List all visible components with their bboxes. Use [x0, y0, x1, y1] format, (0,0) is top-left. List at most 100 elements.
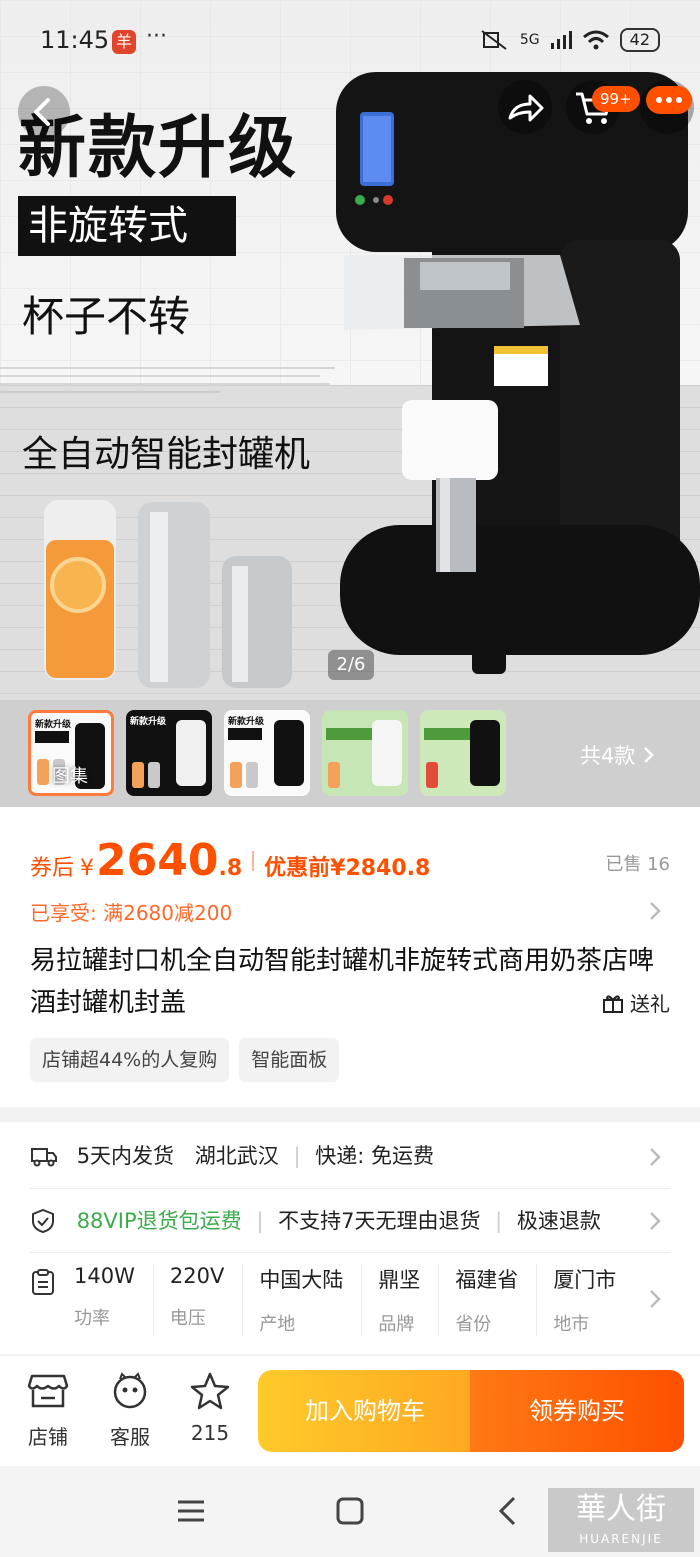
status-indicators: 5G 42 [480, 28, 660, 52]
thumbnail-text: 新款升级 [130, 717, 167, 727]
spec-key: 功率 [74, 1308, 110, 1329]
spec-value: 中国大陆 [259, 1268, 344, 1292]
spec-key: 地市 [553, 1314, 590, 1335]
thumbnail-4[interactable] [322, 710, 408, 796]
spec-key: 产地 [259, 1314, 296, 1335]
spec-key: 品牌 [378, 1314, 415, 1335]
cart-count-badge: 99+ [592, 86, 640, 112]
image-counter: 2/6 [328, 650, 374, 680]
thumbnail-text: 新款升级 [228, 717, 265, 727]
store-label: 店铺 [28, 1425, 68, 1449]
more-menu-button[interactable] [640, 80, 694, 134]
shield-check-icon [32, 1208, 54, 1234]
fast-refund: 极速退款 [516, 1209, 601, 1233]
delivery-row[interactable]: 5天内发货 湖北武汉 | 快递: 免运费 [30, 1140, 670, 1170]
mute-icon [481, 30, 507, 50]
thumbnail-can [148, 762, 160, 788]
spec-brand: 鼎坚 品牌 [378, 1264, 440, 1336]
app-notification-icon: 羊 [112, 30, 136, 54]
customer-service-label: 客服 [110, 1425, 150, 1449]
store-button[interactable]: 店铺 [20, 1372, 76, 1450]
promo-product-type: 全自动智能封罐机 [22, 434, 311, 475]
store-icon [27, 1374, 69, 1408]
promo-label: 非旋转式 [18, 196, 236, 256]
watermark-subtext: HUARENJIE [579, 1532, 663, 1546]
back-nav-icon[interactable] [494, 1494, 520, 1528]
signal-icon [550, 31, 572, 49]
gift-button[interactable]: 送礼 [602, 988, 670, 1017]
no-return-policy: 不支持7天无理由退货 [278, 1209, 481, 1233]
spec-value: 鼎坚 [378, 1268, 421, 1292]
status-time: 11:45 [40, 26, 110, 54]
spec-voltage: 220V 电压 [169, 1264, 244, 1336]
tag-repurchase: 店铺超44%的人复购 [30, 1038, 230, 1082]
product-tags: 店铺超44%的人复购 智能面板 [30, 1038, 340, 1082]
thumbnail-cup [132, 762, 144, 788]
thumbnail-machine [274, 720, 304, 786]
truck-icon [31, 1148, 57, 1167]
product-title: 易拉罐封口机全自动智能封罐机非旋转式商用奶茶店啤酒封罐机封盖 [30, 946, 655, 1018]
decorative-fine-print [0, 362, 340, 401]
promotion-text: 已享受: 满2680减200 [30, 901, 233, 925]
price-row: 券后 ¥ 2640 .8 优惠前¥2840.8 [30, 835, 430, 886]
star-icon [190, 1372, 230, 1410]
add-to-cart-button[interactable]: 加入购物车 [258, 1370, 472, 1452]
spec-value: 140W [74, 1264, 135, 1288]
thumbnail-label-bar [228, 728, 262, 740]
favorite-button[interactable]: 215 [182, 1372, 238, 1445]
spec-origin: 中国大陆 产地 [259, 1264, 363, 1336]
ship-origin: 湖北武汉 [194, 1144, 279, 1168]
thumbnail-machine [372, 720, 402, 786]
promotion-row[interactable]: 已享受: 满2680减200 [30, 897, 232, 926]
watermark-text: 華人街 [576, 1492, 666, 1527]
customer-service-button[interactable]: 客服 [102, 1372, 158, 1450]
spec-value: 厦门市 [553, 1268, 617, 1292]
sold-count: 已售 16 [605, 854, 670, 875]
thumbnail-5[interactable] [420, 710, 506, 796]
chevron-right-icon[interactable] [648, 1288, 662, 1310]
spec-province: 福建省 省份 [455, 1264, 538, 1336]
wifi-icon [582, 30, 609, 50]
more-notifications-icon: ··· [146, 24, 167, 49]
tag-smart-panel: 智能面板 [239, 1038, 340, 1082]
thumbnail-cup [230, 762, 242, 788]
share-icon [508, 94, 544, 122]
chevron-right-icon[interactable] [648, 1146, 662, 1168]
battery-indicator: 42 [619, 28, 660, 52]
status-bar: 11:45 羊 ··· 5G 42 [0, 22, 700, 62]
share-button[interactable] [498, 80, 552, 134]
original-price: 优惠前¥2840.8 [264, 856, 431, 881]
spec-list[interactable]: 140W 功率 220V 电压 中国大陆产地 鼎坚品牌 福建省省份 厦门市地市 [74, 1264, 644, 1336]
chevron-right-icon[interactable] [648, 1210, 662, 1232]
vip-return-shipping: 88VIP退货包运费 [76, 1209, 242, 1233]
spec-key: 电压 [169, 1308, 206, 1329]
menu-icon[interactable] [174, 1496, 208, 1526]
guarantee-row[interactable]: 88VIP退货包运费 | 不支持7天无理由退货 | 极速退款 [30, 1205, 630, 1235]
promo-subline: 杯子不转 [22, 292, 191, 341]
chevron-right-icon [644, 747, 654, 763]
price-divider [252, 850, 255, 871]
thumbnail-2[interactable]: 新款升级 [126, 710, 212, 796]
spec-key: 省份 [455, 1314, 492, 1335]
thumbnail-cup [37, 759, 49, 785]
home-icon[interactable] [334, 1496, 366, 1526]
buy-with-coupon-button[interactable]: 领券购买 [470, 1370, 684, 1452]
more-dots-icon [656, 97, 682, 103]
thumbnail-machine [470, 720, 500, 786]
thumbnail-cup [328, 762, 340, 788]
network-type: 5G [519, 32, 540, 48]
thumbnail-3[interactable]: 新款升级 [224, 710, 310, 796]
chevron-right-icon[interactable] [648, 900, 662, 922]
divider: | [256, 1209, 264, 1233]
price-decimal: .8 [218, 856, 243, 881]
styles-count-link[interactable]: 共4款 [580, 740, 656, 770]
divider-line [30, 1252, 670, 1253]
divider-line [30, 1188, 670, 1189]
spec-value: 福建省 [455, 1268, 519, 1292]
thumbnail-can [246, 762, 258, 788]
styles-count-label: 共4款 [580, 744, 636, 768]
delivery-time: 5天内发货 [76, 1144, 175, 1168]
clipboard-icon [32, 1269, 54, 1295]
chevron-left-icon [34, 98, 50, 126]
back-button[interactable] [18, 86, 70, 138]
